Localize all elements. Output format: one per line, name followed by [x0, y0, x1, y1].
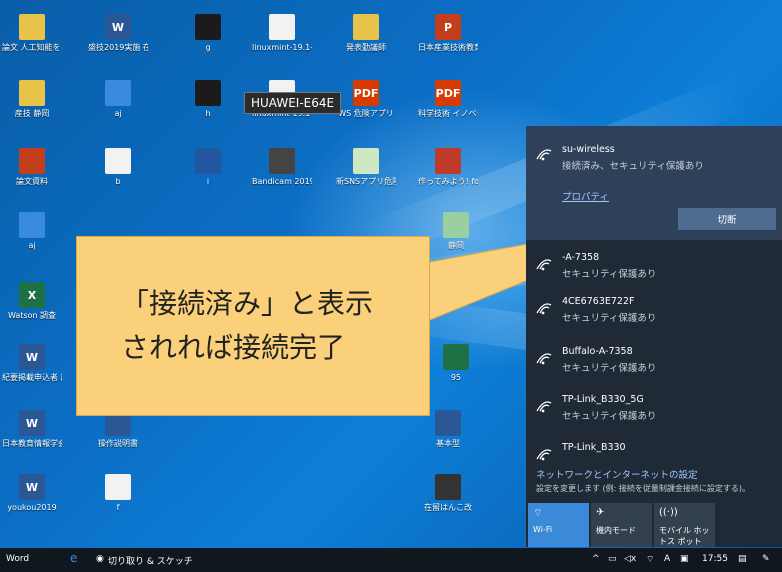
pen-icon[interactable]: ✎ [762, 554, 770, 564]
wifi-icon [536, 149, 552, 161]
network-status: セキュリティ保護あり [562, 411, 657, 422]
disconnect-button[interactable]: 切断 [678, 208, 776, 230]
quick-airplane-label: 機内モード [596, 526, 636, 535]
network-flyout: su-wireless 接続済み、セキュリティ保護あり プロパティ 切断 -A-… [526, 126, 782, 547]
clock[interactable]: 17:55 [702, 554, 728, 564]
taskbar: Word e ◉ 切り取り & スケッチ ^ ▭ ◁x ⌔ A ▣ 17:55 … [0, 548, 782, 572]
network-status: セキュリティ保護あり [562, 313, 657, 324]
network-ssid: TP-Link_B330 [562, 442, 626, 453]
network-status: セキュリティ保護あり [562, 363, 657, 374]
airplane-icon: ✈ [596, 507, 605, 518]
quick-hotspot-button[interactable]: ((·)) モバイル ホットス ポット [654, 503, 715, 547]
wifi-icon [536, 401, 552, 413]
quick-wifi-label: Wi-Fi [533, 525, 553, 534]
network-settings-desc: 設定を変更します (例: 接続を従量制課金接続に設定する)。 [536, 484, 751, 493]
quick-hotspot-label: モバイル ホットス ポット [659, 526, 710, 546]
network-ssid: -A-7358 [562, 252, 600, 263]
active-ssid: su-wireless [562, 144, 615, 155]
network-status: セキュリティ保護あり [562, 269, 657, 280]
wifi-icon: ⌔ [533, 508, 543, 519]
wifi-icon [536, 449, 552, 461]
network-ssid: 4CE6763E722F [562, 296, 635, 307]
active-network[interactable]: su-wireless 接続済み、セキュリティ保護あり プロパティ 切断 [526, 126, 782, 240]
battery-icon[interactable]: ▭ [608, 554, 617, 564]
edge-icon[interactable]: e [70, 551, 77, 565]
network-settings-link[interactable]: ネットワークとインターネットの設定 [536, 467, 698, 481]
wifi-icon [536, 259, 552, 271]
volume-icon[interactable]: ◁x [624, 554, 636, 564]
wifi-icon [536, 353, 552, 365]
taskbar-snip-label[interactable]: 切り取り & スケッチ [108, 554, 193, 567]
wifi-icon [536, 303, 552, 315]
callout-box: 「接続済み」と表示 されれば接続完了 [76, 236, 430, 416]
hotspot-icon: ((·)) [659, 507, 678, 518]
language-icon[interactable]: A [664, 554, 670, 564]
quick-airplane-button[interactable]: ✈ 機内モード [591, 503, 652, 547]
callout-line-1: 「接続済み」と表示 [121, 287, 374, 320]
wifi-icon[interactable]: ⌔ [646, 554, 654, 565]
quick-wifi-button[interactable]: ⌔ Wi-Fi [528, 503, 589, 547]
network-ssid: TP-Link_B330_5G [562, 394, 644, 405]
network-ssid: Buffalo-A-7358 [562, 346, 633, 357]
active-status: 接続済み、セキュリティ保護あり [562, 161, 704, 172]
snip-icon[interactable]: ◉ [96, 554, 104, 564]
chevron-up-icon[interactable]: ^ [592, 554, 600, 564]
taskbar-word[interactable]: Word [6, 554, 29, 564]
notification-icon[interactable]: ▤ [738, 554, 747, 564]
ime-icon[interactable]: ▣ [680, 554, 689, 564]
callout-line-2: されれば接続完了 [121, 331, 346, 364]
properties-link[interactable]: プロパティ [562, 189, 609, 203]
